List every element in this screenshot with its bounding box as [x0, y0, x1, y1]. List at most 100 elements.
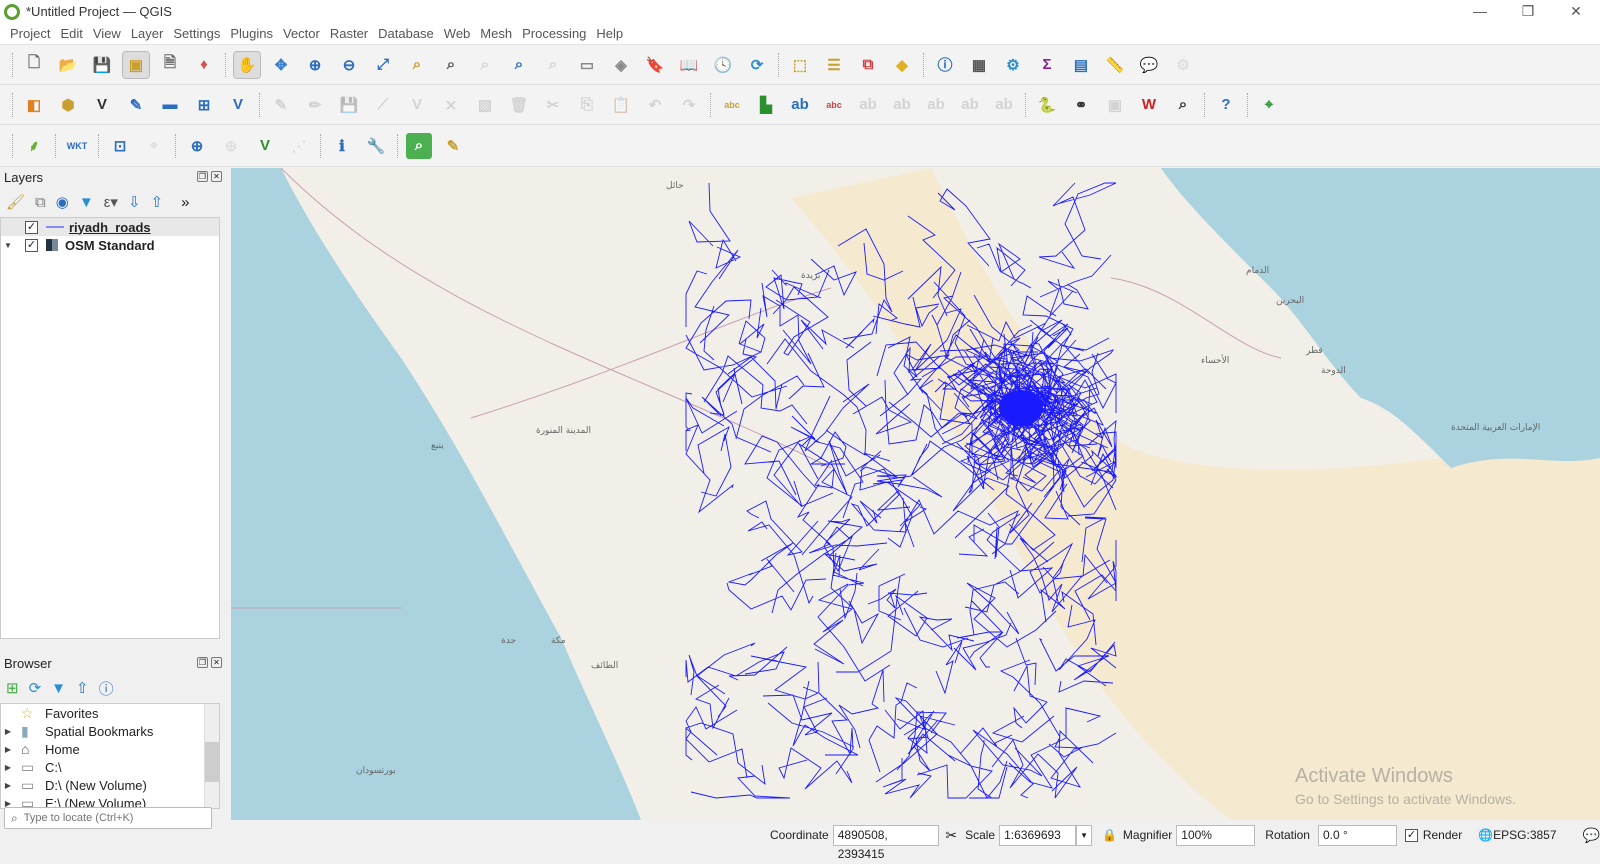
browser-item[interactable]: ▶ ▭ D:\ (New Volume)	[1, 776, 219, 794]
crs-globe-icon[interactable]: 🌐	[1478, 828, 1493, 842]
filter-icon[interactable]: ▼	[51, 680, 66, 697]
menu-mesh[interactable]: Mesh	[480, 26, 512, 41]
new-virtual-layer-icon[interactable]: ▬	[157, 92, 183, 118]
coordinate-capture-icon[interactable]: ⊡	[107, 133, 133, 159]
measure-icon[interactable]: 📏	[1102, 52, 1128, 78]
add-group-icon[interactable]: ⧉	[35, 194, 46, 211]
show-bookmarks-icon[interactable]: 📖	[676, 52, 702, 78]
visibility-eye-icon[interactable]: ◉	[56, 193, 69, 211]
label-props-icon[interactable]: ab	[957, 92, 983, 118]
attribute-table-icon[interactable]: ▦	[966, 52, 992, 78]
statistics-sigma-icon[interactable]: Σ	[1034, 52, 1060, 78]
change-label-icon[interactable]: ab	[923, 92, 949, 118]
expression-filter-icon[interactable]: ε▾	[104, 193, 118, 211]
expand-arrow-icon[interactable]: ▶	[1, 781, 15, 790]
layer-item-osm-standard[interactable]: ▼ ✓ OSM Standard	[1, 236, 219, 254]
binoculars-icon[interactable]: ⚭	[1068, 92, 1094, 118]
menu-view[interactable]: View	[93, 26, 121, 41]
menu-project[interactable]: Project	[10, 26, 50, 41]
zoom-full-icon[interactable]: ⤢	[370, 52, 396, 78]
maximize-button[interactable]: ❐	[1504, 0, 1552, 23]
temporal-controller-icon[interactable]: 🕓	[710, 52, 736, 78]
deselect-icon[interactable]: ⧉	[855, 52, 881, 78]
pin-labels-icon[interactable]: ab	[787, 92, 813, 118]
magnifier-spinbox[interactable]: 100%	[1176, 824, 1256, 846]
help-icon[interactable]: ?	[1213, 92, 1239, 118]
new-project-icon[interactable]: 🗋	[21, 52, 47, 78]
menu-database[interactable]: Database	[378, 26, 434, 41]
new-3d-map-view-icon[interactable]: ◈	[608, 52, 634, 78]
save-edits-icon[interactable]: 💾	[336, 92, 362, 118]
refresh-icon[interactable]: ⟳	[29, 679, 42, 697]
pan-to-selection-icon[interactable]: ✥	[268, 52, 294, 78]
plugin-disabled-icon[interactable]: ▣	[1102, 92, 1128, 118]
map-tips-icon[interactable]: 💬	[1136, 52, 1162, 78]
filter-icon[interactable]: ▼	[79, 194, 94, 211]
zoom-last-icon[interactable]: ⌕	[506, 52, 532, 78]
collapse-all-icon[interactable]: ⇧	[76, 679, 89, 697]
browser-item[interactable]: ▶ ▮ Spatial Bookmarks	[1, 722, 219, 740]
expand-arrow-icon[interactable]: ▶	[1, 745, 15, 754]
lock-settings-icon[interactable]: ⚙	[1170, 52, 1196, 78]
layout-manager-icon[interactable]: 🗎	[157, 52, 183, 78]
diagram-icon[interactable]: ▙	[753, 92, 779, 118]
wkt-tool-icon[interactable]: W	[1136, 92, 1162, 118]
coordinate-field[interactable]: 4890508, 2393415	[832, 824, 940, 861]
expand-arrow-icon[interactable]: ▶	[1, 727, 15, 736]
snapping-icon[interactable]: ⊕	[218, 133, 244, 159]
menu-layer[interactable]: Layer	[131, 26, 164, 41]
label-icon[interactable]: abc	[719, 92, 745, 118]
zoom-native-icon[interactable]: ⌕	[472, 52, 498, 78]
menu-raster[interactable]: Raster	[330, 26, 368, 41]
menu-edit[interactable]: Edit	[60, 26, 82, 41]
float-panel-button[interactable]: ❐	[197, 171, 208, 182]
toolbar-handle[interactable]	[12, 92, 13, 117]
search-map-icon[interactable]: ⌕	[1170, 92, 1196, 118]
toolbox-gear-icon[interactable]: ⚙	[1000, 52, 1026, 78]
edit-table-icon[interactable]: ▧	[472, 92, 498, 118]
zoom-to-layer-icon[interactable]: ⌕	[438, 52, 464, 78]
redo-icon[interactable]: ↷	[676, 92, 702, 118]
toggle-extents-icon[interactable]: ✂	[945, 827, 957, 844]
collapse-all-icon[interactable]: ⇧	[151, 193, 164, 211]
open-project-icon[interactable]: 📂	[55, 52, 81, 78]
select-by-value-icon[interactable]: ☰	[821, 52, 847, 78]
paste-icon[interactable]: 📋	[608, 92, 634, 118]
expand-all-icon[interactable]: ⇩	[128, 193, 141, 211]
current-edits-icon[interactable]: ✎	[268, 92, 294, 118]
expand-arrow-icon[interactable]: ▶	[1, 763, 15, 772]
rotate-label-icon[interactable]: ab	[889, 92, 915, 118]
menu-help[interactable]: Help	[596, 26, 623, 41]
style-panel-icon[interactable]: 🖌	[6, 193, 25, 211]
save-project-icon[interactable]: 💾	[89, 52, 115, 78]
messages-icon[interactable]: 💬	[1583, 827, 1600, 844]
python-console-icon[interactable]: 🐍	[1034, 92, 1060, 118]
layer-visibility-checkbox[interactable]: ✓	[25, 238, 38, 252]
trace-icon[interactable]: ⋰	[286, 133, 312, 159]
modify-attributes-icon[interactable]: ⨯	[438, 92, 464, 118]
delete-selected-icon[interactable]: 🗑	[506, 92, 532, 118]
crosshair-icon[interactable]: ⌖	[141, 133, 167, 159]
open-attribute-table-icon[interactable]: ▤	[1068, 52, 1094, 78]
more-icon[interactable]: »	[181, 194, 189, 211]
toggle-editing-icon[interactable]: ✏	[302, 92, 328, 118]
wkt-icon[interactable]: WKT	[64, 133, 90, 159]
new-map-view-icon[interactable]: ▭	[574, 52, 600, 78]
zoom-to-selection-icon[interactable]: ⌕	[404, 52, 430, 78]
map-swipe-icon[interactable]: ✎	[440, 133, 466, 159]
menu-settings[interactable]: Settings	[173, 26, 220, 41]
leaf-plugin-icon[interactable]: ⸙	[21, 133, 47, 159]
new-vector-tile-icon[interactable]: V	[225, 92, 251, 118]
info-icon[interactable]: ℹ	[329, 133, 355, 159]
float-panel-button[interactable]: ❐	[197, 657, 208, 668]
zoom-next-icon[interactable]: ⌕	[540, 52, 566, 78]
layer-item-riyadh-roads[interactable]: ✓ riyadh_roads	[1, 218, 219, 236]
refresh-icon[interactable]: ⟳	[744, 52, 770, 78]
vertex-tool-icon[interactable]: V	[404, 92, 430, 118]
new-shapefile-icon[interactable]: V	[89, 92, 115, 118]
add-selected-layers-icon[interactable]: ⊞	[6, 679, 19, 697]
style-manager-icon[interactable]: ♦	[191, 52, 217, 78]
collapse-arrow-icon[interactable]: ▼	[1, 241, 15, 250]
digitize-icon[interactable]: ⟋	[370, 92, 396, 118]
browser-item[interactable]: ▶ ▭ C:\	[1, 758, 219, 776]
